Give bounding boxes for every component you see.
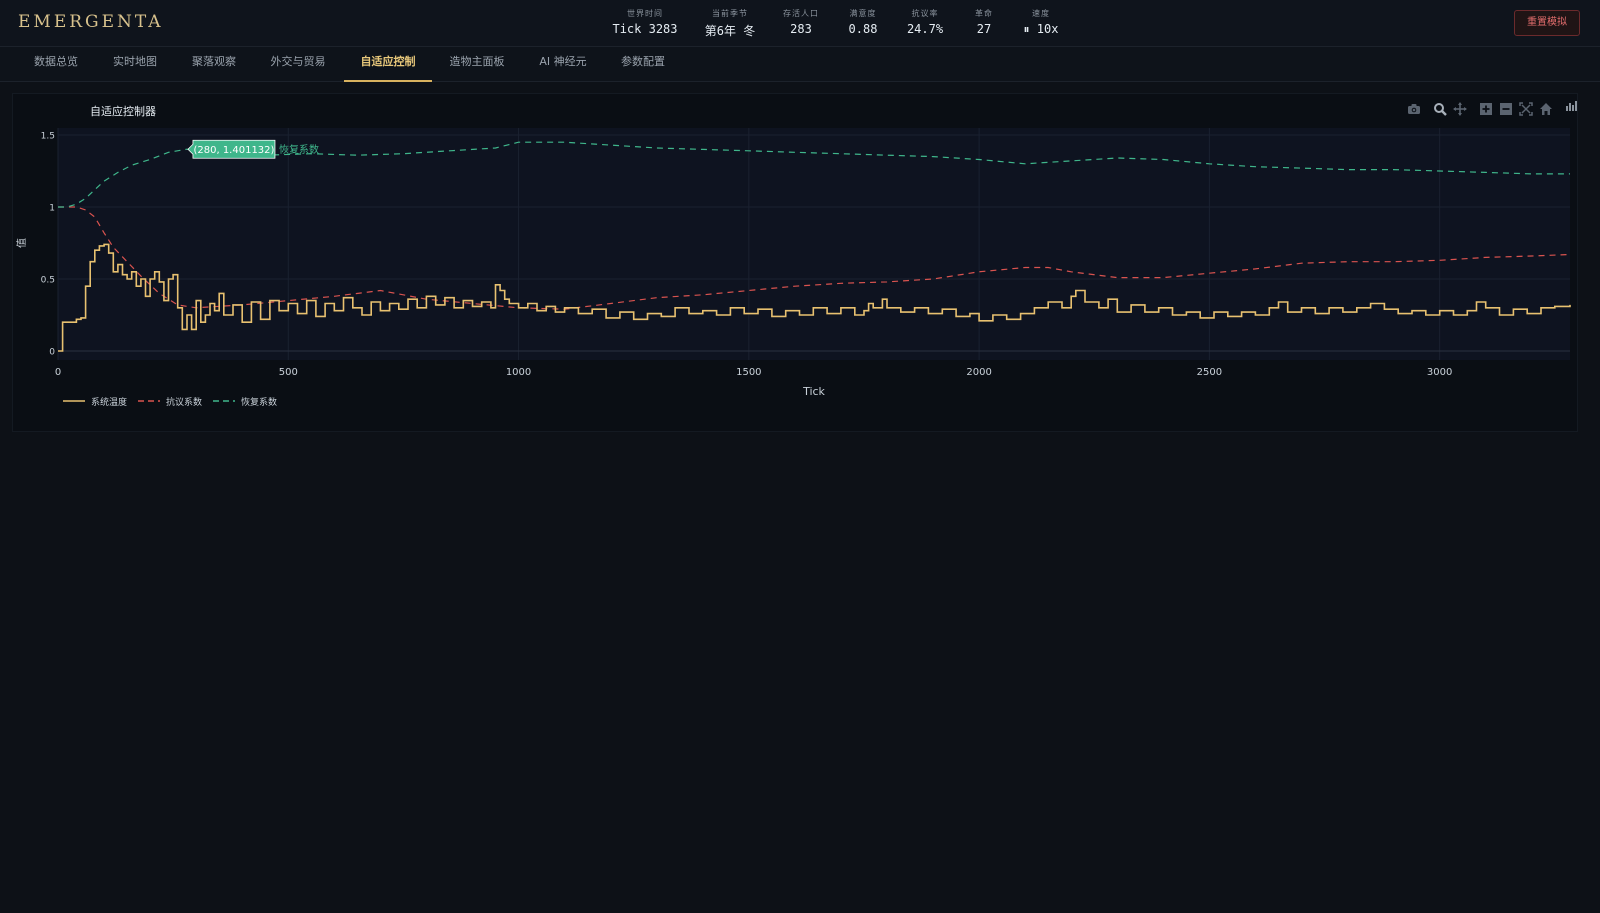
- legend-label-protest-coefficient[interactable]: 抗议系数: [166, 396, 202, 408]
- stat-label: 满意度: [849, 9, 877, 18]
- hover-tooltip-series: 恢复系数: [279, 143, 319, 156]
- x-axis-title: Tick: [802, 385, 825, 398]
- x-tick-label: 2500: [1197, 367, 1222, 378]
- speed-toggle[interactable]: ⏸ 10x: [1012, 22, 1070, 37]
- stat-label: 革命: [975, 9, 993, 18]
- stat-value: 24.7%: [906, 22, 944, 36]
- stat-satisfaction: 满意度 0.88: [832, 8, 894, 39]
- stat-label: 存活人口: [783, 9, 819, 18]
- stat-label: 速度: [1032, 9, 1050, 18]
- x-tick-label: 1500: [736, 367, 761, 378]
- tab-live-map[interactable]: 实时地图: [100, 47, 170, 80]
- tab-adaptive-control[interactable]: 自适应控制: [344, 47, 432, 82]
- top-bar: EMERGENTA 世界时间 Tick 3283 当前季节 第6年 冬 存活人口…: [0, 0, 1600, 47]
- stat-label: 当前季节: [712, 9, 748, 18]
- plot-area[interactable]: [58, 128, 1570, 360]
- legend-label-recovery-coefficient[interactable]: 恢复系数: [241, 396, 277, 408]
- app-logo: EMERGENTA: [18, 12, 164, 32]
- stat-revolution: 革命 27: [956, 8, 1012, 39]
- x-tick-label: 0: [55, 367, 61, 378]
- y-tick-label: 0: [49, 348, 55, 358]
- legend-label-system-temperature[interactable]: 系统温度: [91, 396, 127, 408]
- stats-bar: 世界时间 Tick 3283 当前季节 第6年 冬 存活人口 283 满意度 0…: [600, 8, 1070, 39]
- reset-simulation-button[interactable]: 重置模拟: [1514, 10, 1580, 36]
- hover-tooltip-value: (280, 1.401132): [193, 145, 274, 156]
- y-tick-label: 1: [49, 204, 55, 214]
- tab-creator-panel[interactable]: 造物主面板: [440, 47, 514, 80]
- stat-value: 27: [976, 22, 992, 36]
- x-tick-label: 1000: [506, 367, 531, 378]
- adaptive-control-chart[interactable]: 0 500 1000 1500 2000 2500 3000 0 0.5 1 1.5 Tick 值 (2…: [13, 94, 1577, 431]
- x-tick-label: 3000: [1427, 367, 1452, 378]
- tab-diplomacy-trade[interactable]: 外交与贸易: [258, 47, 338, 80]
- y-axis-title: 值: [15, 238, 28, 248]
- stat-protest-rate: 抗议率 24.7%: [894, 8, 956, 39]
- x-tick-label: 500: [279, 367, 298, 378]
- tab-settlement-watch[interactable]: 聚落观察: [178, 47, 250, 80]
- stat-population: 存活人口 283: [770, 8, 832, 39]
- main-tabs: 数据总览 实时地图 聚落观察 外交与贸易 自适应控制 造物主面板 AI 神经元 …: [0, 47, 1600, 82]
- tab-parameter-config[interactable]: 参数配置: [606, 47, 680, 80]
- stat-season: 当前季节 第6年 冬: [690, 8, 770, 39]
- adaptive-controller-panel: 自适应控制器 0 500 1000 1500 2000 2500 3000 0 0.5 1 1.5 T…: [12, 93, 1578, 432]
- tab-data-overview[interactable]: 数据总览: [20, 47, 92, 80]
- stat-label: 世界时间: [627, 9, 663, 18]
- stat-value: 283: [790, 22, 812, 36]
- y-tick-label: 1.5: [41, 132, 55, 142]
- tab-ai-neurons[interactable]: AI 神经元: [528, 47, 598, 80]
- stat-value: 0.88: [848, 22, 878, 36]
- stat-label: 抗议率: [911, 9, 939, 18]
- x-tick-label: 2000: [966, 367, 991, 378]
- stat-world-time: 世界时间 Tick 3283: [600, 8, 690, 39]
- stat-value: Tick 3283: [612, 22, 678, 36]
- y-tick-label: 0.5: [41, 276, 55, 286]
- stat-value: 第6年 冬: [704, 24, 756, 38]
- stat-speed[interactable]: 速度 ⏸ 10x: [1012, 8, 1070, 39]
